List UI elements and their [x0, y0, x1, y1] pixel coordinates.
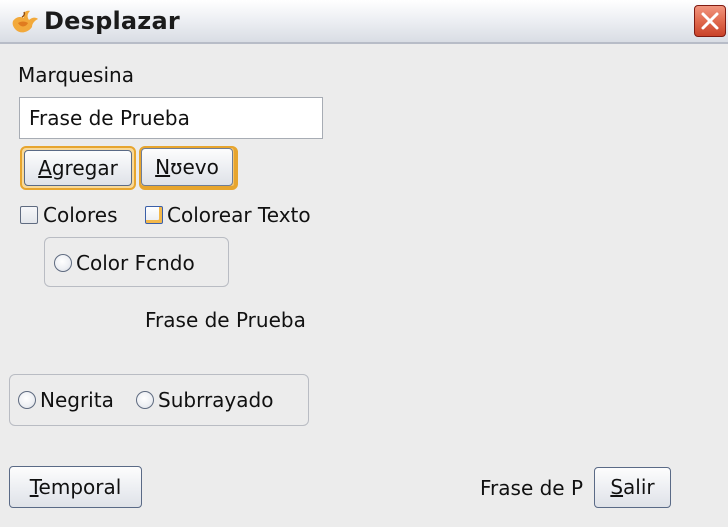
marquesina-label: Marquesina: [18, 63, 134, 87]
salir-label: alir: [623, 475, 655, 499]
agregar-button[interactable]: Agregar: [24, 150, 132, 186]
salir-button[interactable]: Salir: [594, 467, 671, 508]
agregar-mnemonic: A: [38, 156, 52, 180]
temporal-mnemonic: T: [29, 475, 39, 499]
colores-label[interactable]: Colores: [43, 203, 118, 227]
colorear-texto-label[interactable]: Colorear Texto: [167, 203, 311, 227]
window-title: Desplazar: [44, 7, 180, 35]
color-fondo-label[interactable]: Color Fcndo: [76, 251, 195, 275]
nuevo-mnemonic: N: [155, 155, 171, 179]
marquee-scrolling-text: Frase de P: [480, 476, 584, 500]
temporal-label: emporal: [38, 475, 122, 499]
colorear-texto-checkbox[interactable]: [145, 206, 163, 224]
nuevo-button[interactable]: Nʊevo: [141, 148, 233, 186]
desplazar-window: Desplazar Marquesina Agregar Nʊevo Color…: [0, 0, 728, 527]
nuevo-label: ʊevo: [170, 155, 219, 179]
subrrayado-radio[interactable]: [136, 391, 154, 409]
subrrayado-label[interactable]: Subrrayado: [158, 388, 273, 412]
close-icon: [701, 12, 719, 30]
close-button[interactable]: [694, 5, 726, 37]
negrita-label[interactable]: Negrita: [40, 388, 114, 412]
java-cup-icon: [12, 10, 38, 33]
temporal-button[interactable]: Temporal: [9, 466, 142, 508]
agregar-label: gregar: [51, 156, 118, 180]
title-bar[interactable]: Desplazar: [0, 0, 728, 44]
colores-checkbox[interactable]: [20, 206, 38, 224]
marquesina-input[interactable]: [19, 97, 323, 139]
negrita-radio[interactable]: [18, 391, 36, 409]
salir-mnemonic: S: [610, 475, 624, 499]
preview-text: Frase de Prueba: [145, 308, 306, 332]
color-fondo-radio[interactable]: [54, 254, 72, 272]
